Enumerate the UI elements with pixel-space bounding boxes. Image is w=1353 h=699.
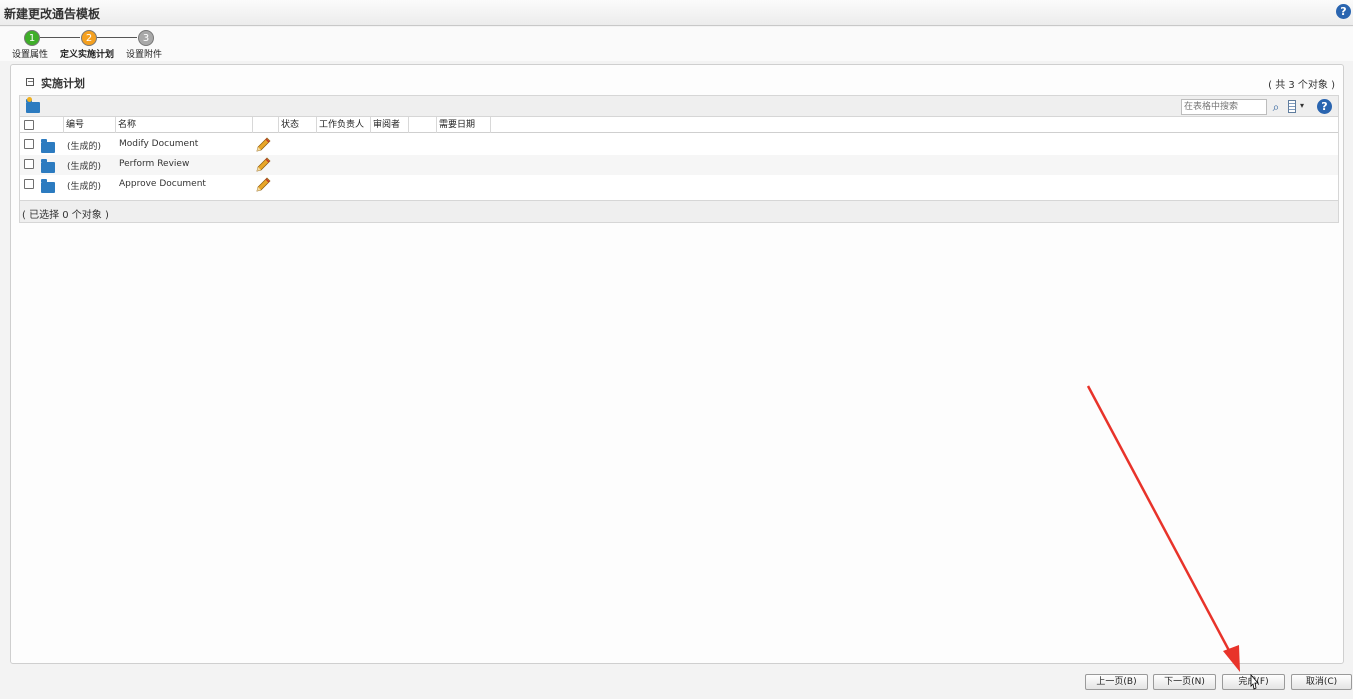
object-count: ( 共 3 个对象 ) [1268, 80, 1335, 91]
column-header-reviewer[interactable]: 审阅者 [371, 117, 409, 133]
chevron-down-icon[interactable]: ▾ [1300, 101, 1304, 110]
row-number: (生成的) [67, 142, 102, 152]
search-input[interactable] [1181, 99, 1267, 115]
row-number: (生成的) [67, 182, 102, 192]
search-icon[interactable]: ⌕ [1269, 99, 1283, 115]
row-name: Perform Review [119, 159, 190, 169]
row-checkbox[interactable] [24, 179, 34, 189]
column-header-need-date[interactable]: 需要日期 [437, 117, 491, 133]
folder-icon [41, 159, 55, 173]
table-help-icon[interactable]: ? [1317, 99, 1332, 114]
selection-status: ( 已选择 0 个对象 ) [22, 210, 109, 221]
column-header-number[interactable]: 编号 [64, 117, 116, 133]
help-icon[interactable]: ? [1336, 4, 1351, 19]
folder-icon [41, 179, 55, 193]
table-row[interactable]: (生成的) Approve Document [20, 175, 1338, 195]
section-header: − 实施计划 ( 共 3 个对象 ) [11, 73, 1343, 91]
row-checkbox[interactable] [24, 139, 34, 149]
step-2-label[interactable]: 定义实施计划 [60, 47, 114, 60]
implementation-plan-panel: − 实施计划 ( 共 3 个对象 ) ⌕ ▾ ? 编号 名称 状态 工作负责人 … [10, 64, 1344, 664]
table-toolbar: ⌕ ▾ ? [19, 95, 1339, 117]
step-1-label[interactable]: 设置属性 [12, 47, 48, 60]
edit-pencil-icon[interactable] [254, 177, 272, 193]
collapse-icon[interactable]: − [26, 78, 34, 86]
window-titlebar: 新建更改通告模板 ? [0, 0, 1353, 26]
table-row[interactable]: (生成的) Modify Document [20, 135, 1338, 155]
header-type-cell [38, 117, 64, 133]
step-1-icon[interactable]: 1 [24, 30, 40, 46]
mouse-cursor-icon [1250, 674, 1259, 690]
step-3-label[interactable]: 设置附件 [126, 47, 162, 60]
edit-pencil-icon[interactable] [254, 157, 272, 173]
previous-button[interactable]: 上一页(B) [1085, 674, 1148, 690]
row-checkbox[interactable] [24, 159, 34, 169]
row-name: Modify Document [119, 139, 199, 149]
next-button[interactable]: 下一页(N) [1153, 674, 1216, 690]
column-settings-icon[interactable] [1288, 100, 1296, 113]
select-all-checkbox[interactable] [24, 120, 34, 130]
table-header: 编号 名称 状态 工作负责人 审阅者 需要日期 [20, 117, 1338, 133]
cancel-button[interactable]: 取消(C) [1291, 674, 1352, 690]
window-title: 新建更改通告模板 [4, 7, 101, 21]
column-header-name[interactable]: 名称 [116, 117, 253, 133]
new-folder-icon[interactable] [26, 97, 40, 113]
table-footer: ( 已选择 0 个对象 ) [19, 200, 1339, 223]
row-number: (生成的) [67, 162, 102, 172]
column-header-assignee[interactable]: 工作负责人 [317, 117, 371, 133]
edit-pencil-icon[interactable] [254, 137, 272, 153]
column-header-blank [409, 117, 437, 133]
table-row[interactable]: (生成的) Perform Review [20, 155, 1338, 175]
step-connector [40, 37, 80, 38]
step-3-icon[interactable]: 3 [138, 30, 154, 46]
wizard-steps: 1 设置属性 2 定义实施计划 3 设置附件 [0, 27, 1353, 61]
step-connector [97, 37, 137, 38]
step-2-icon[interactable]: 2 [81, 30, 97, 46]
column-header-status[interactable]: 状态 [279, 117, 317, 133]
column-header-edit [253, 117, 279, 133]
section-title: 实施计划 [41, 77, 85, 90]
row-name: Approve Document [119, 179, 206, 189]
folder-icon [41, 139, 55, 153]
